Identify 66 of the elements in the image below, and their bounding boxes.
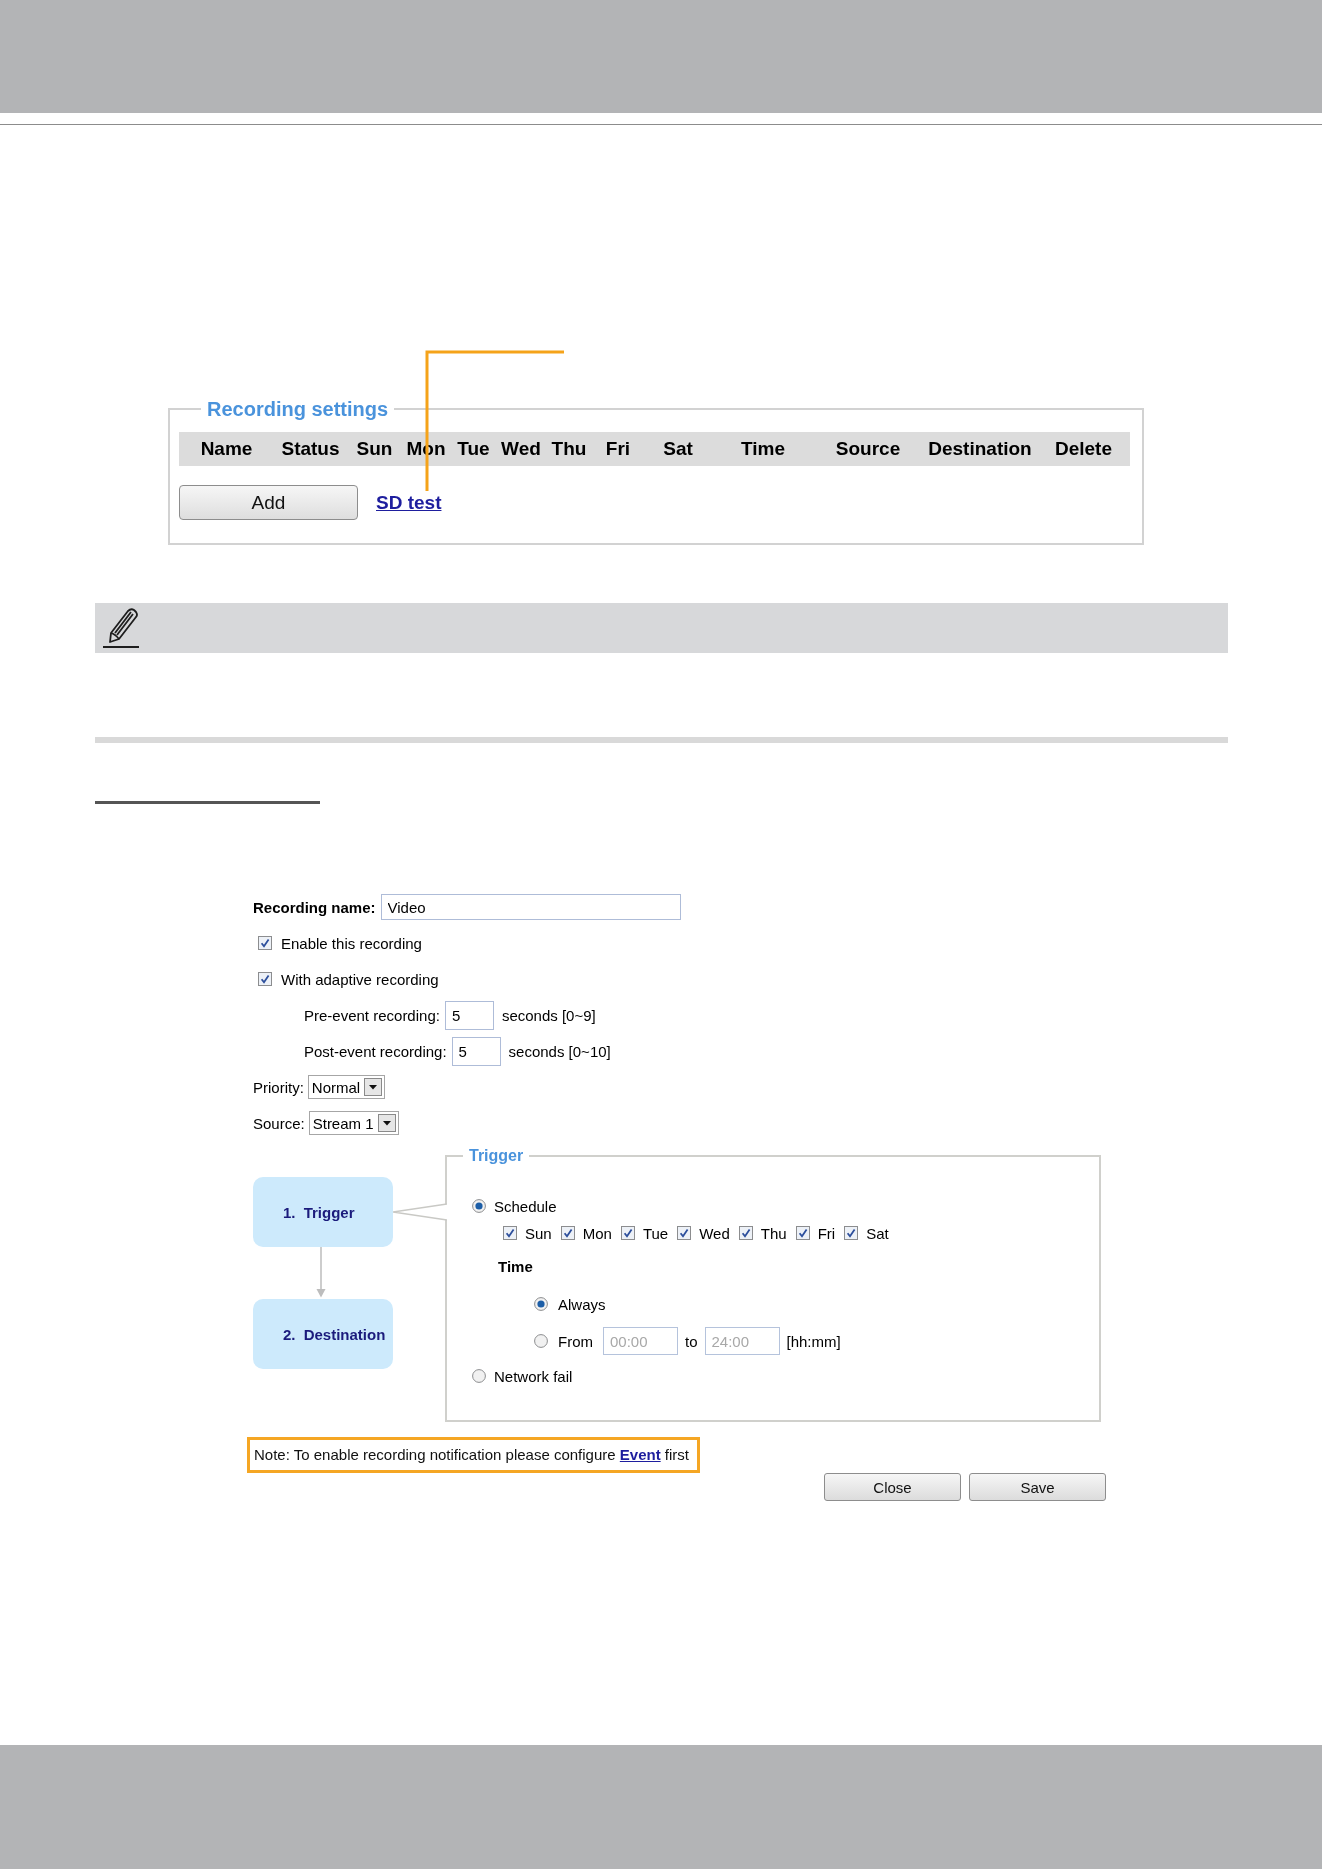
separator-label: to [685,1332,698,1350]
checkbox[interactable] [503,1226,517,1240]
option-label: Network fail [494,1367,573,1385]
unit-label: seconds [0~10] [508,1042,611,1060]
column-header: Destination [927,438,1033,460]
column-header: Fri [604,438,632,460]
column-header: Name [199,438,254,460]
option-label: Schedule [494,1197,557,1215]
column-header: Delete [1054,438,1113,460]
checkbox[interactable] [738,1226,753,1240]
option-label: Enable this recording [281,934,422,952]
checkbox[interactable] [258,936,272,950]
day-label: Tue [642,1224,669,1242]
step-tab[interactable]: 1. Trigger [253,1177,393,1247]
column-header: Wed [500,438,542,460]
option-label: With adaptive recording [281,970,439,988]
field-label: Post-event recording: [304,1042,447,1060]
field-label: Recording name: [253,898,376,916]
number-field[interactable]: 5 [444,1000,494,1030]
field-label: Source: [253,1114,305,1132]
day-label: Sat [866,1224,889,1242]
recording-link[interactable]: SD test [376,491,442,514]
radio-button[interactable] [472,1199,486,1213]
action-button[interactable]: Save [969,1473,1106,1501]
day-label: Mon [582,1224,612,1242]
caret-icon [377,1114,396,1132]
column-header: Time [740,438,786,460]
column-header: Sat [662,438,694,460]
unit-label: seconds [0~9] [501,1006,596,1024]
unit-label: [hh:mm] [786,1332,841,1350]
dropdown[interactable]: Normal [307,1075,386,1099]
flow-arrow [315,1247,327,1298]
event-link[interactable]: Event [619,1446,661,1463]
dropdown[interactable]: Stream 1 [308,1111,399,1135]
step-tab[interactable]: 2. Destination [253,1299,393,1369]
pencil-icon [101,607,141,649]
day-label: Wed [699,1224,730,1242]
column-header: Source [834,438,902,460]
radio-button[interactable] [534,1297,548,1311]
day-label: Sun [525,1224,552,1242]
section-heading: Time [498,1257,533,1275]
column-header: Tue [456,438,491,460]
option-label: Always [558,1295,606,1313]
column-header: Status [280,438,341,460]
checkbox[interactable] [258,972,272,986]
column-header: Sun [355,438,394,460]
checkbox[interactable] [844,1226,859,1240]
action-button[interactable]: Close [824,1473,961,1501]
panel-title: Trigger [468,1146,525,1166]
add-button[interactable]: Add [179,485,358,520]
text-field[interactable]: Video [380,894,681,920]
checkbox[interactable] [620,1226,635,1240]
option-label: From [558,1332,593,1350]
column-header: Thu [550,438,588,460]
field-label: Pre-event recording: [304,1006,440,1024]
checkbox[interactable] [795,1226,810,1240]
day-label: Thu [760,1224,787,1242]
day-label: Fri [817,1224,836,1242]
note-text: Note: To enable recording notification please configure Event first [254,1446,689,1463]
field-label: Priority: [253,1078,304,1096]
checkbox[interactable] [677,1226,692,1240]
caret-icon [364,1078,383,1096]
radio-button[interactable] [472,1369,486,1383]
number-field[interactable]: 5 [451,1036,501,1066]
panel-title: Recording settings [206,397,390,421]
checkbox[interactable] [560,1226,575,1240]
